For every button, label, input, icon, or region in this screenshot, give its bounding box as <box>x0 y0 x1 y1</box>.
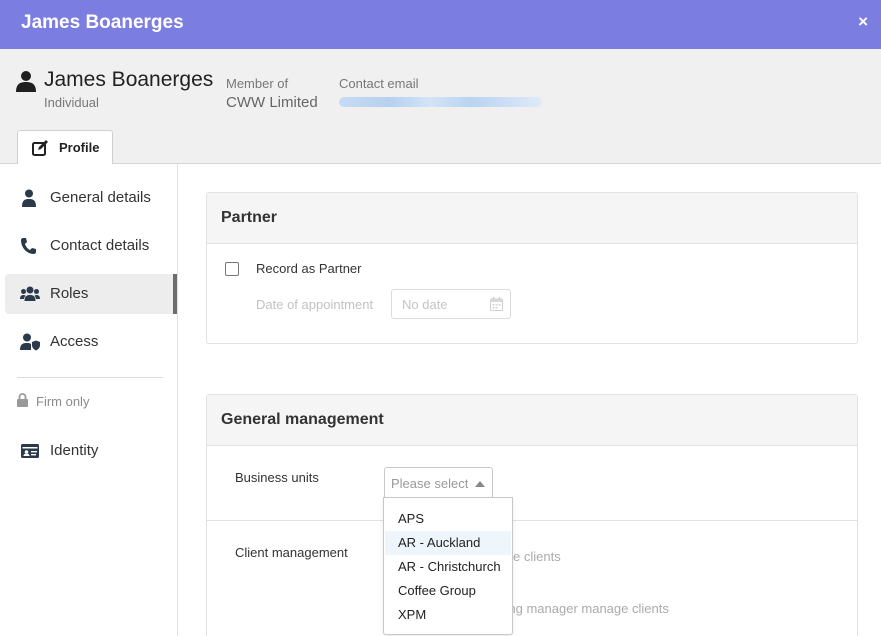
tab-label: Profile <box>59 140 100 155</box>
general-management-body: Business units Please select Client mana… <box>207 446 857 636</box>
caret-up-icon <box>475 481 485 487</box>
lock-icon <box>17 393 28 407</box>
sidebar-item-roles[interactable]: Roles <box>5 274 177 314</box>
users-icon <box>20 286 40 301</box>
tab-profile[interactable]: Profile <box>17 130 113 164</box>
sidebar-item-access[interactable]: Access <box>5 322 177 362</box>
sidebar-item-label: Identity <box>50 442 99 459</box>
client-management-label: Client management <box>235 545 348 560</box>
contact-header: James Boanerges Individual Member of CWW… <box>0 49 881 164</box>
person-icon <box>16 71 36 92</box>
business-units-label: Business units <box>235 470 319 485</box>
general-management-panel: General management Business units Please… <box>206 394 858 636</box>
firm-only-label: Firm only <box>36 394 90 409</box>
contact-email-redacted <box>339 97 542 107</box>
dropdown-option[interactable]: APS <box>385 507 511 531</box>
client-management-option-text: ying manager manage clients <box>499 601 669 616</box>
contact-email-label: Contact email <box>339 76 419 91</box>
close-icon[interactable]: × <box>858 12 868 32</box>
sidebar-item-general-details[interactable]: General details <box>5 178 177 218</box>
window-title: James Boanerges <box>21 12 184 33</box>
partner-panel: Partner Record as Partner Date of appoin… <box>206 192 858 344</box>
sidebar-item-label: Access <box>50 333 99 350</box>
partner-panel-header: Partner <box>207 193 857 244</box>
client-management-option-text: e clients <box>513 549 561 564</box>
business-units-dropdown: APS AR - Auckland AR - Christchurch Coff… <box>383 497 513 635</box>
phone-icon <box>21 238 36 254</box>
dropdown-option[interactable]: XPM <box>385 603 511 627</box>
contact-name: James Boanerges <box>44 68 214 91</box>
dropdown-option[interactable]: AR - Christchurch <box>385 555 511 579</box>
member-of-label: Member of <box>226 76 289 91</box>
dropdown-option[interactable]: Coffee Group <box>385 579 511 603</box>
record-as-partner-checkbox[interactable] <box>225 262 239 276</box>
user-icon <box>22 189 36 207</box>
select-placeholder: Please select <box>391 476 469 491</box>
user-shield-icon <box>20 333 40 351</box>
partner-title: Partner <box>221 209 278 226</box>
record-as-partner-label: Record as Partner <box>256 261 362 276</box>
contact-type: Individual <box>44 95 99 110</box>
business-units-select[interactable]: Please select <box>384 467 493 498</box>
general-management-title: General management <box>221 411 384 428</box>
sidebar-item-label: Contact details <box>50 237 150 254</box>
sidebar-item-contact-details[interactable]: Contact details <box>5 226 177 266</box>
sidebar-divider <box>17 377 163 378</box>
date-of-appointment-label: Date of appointment <box>256 297 374 312</box>
sidebar-item-identity[interactable]: Identity <box>5 431 177 471</box>
member-of-value: CWW Limited <box>226 94 318 111</box>
sidebar-item-label: Roles <box>50 285 89 302</box>
id-card-icon <box>21 444 39 458</box>
date-of-appointment-input[interactable]: No date <box>391 289 511 319</box>
row-separator <box>207 520 857 521</box>
dropdown-option[interactable]: AR - Auckland <box>385 531 511 555</box>
window-titlebar: James Boanerges × <box>0 0 881 49</box>
edit-icon <box>32 140 48 156</box>
date-placeholder: No date <box>402 297 448 312</box>
calendar-icon <box>490 297 503 311</box>
partner-panel-body: Record as Partner Date of appointment No… <box>207 244 857 343</box>
general-management-header: General management <box>207 395 857 446</box>
sidebar-item-label: General details <box>50 189 151 206</box>
sidebar: General details Contact details Roles Ac… <box>0 164 178 636</box>
